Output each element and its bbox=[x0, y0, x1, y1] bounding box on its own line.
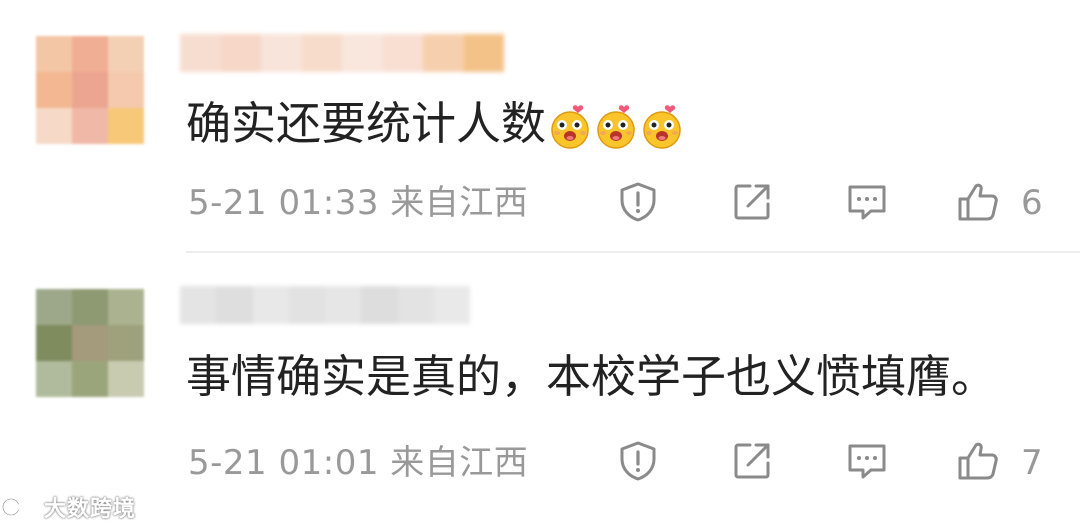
avatar-pixel bbox=[108, 361, 144, 397]
username-blurred[interactable] bbox=[180, 286, 470, 324]
avatar-pixel bbox=[72, 36, 108, 72]
watermark: 大数跨境 bbox=[2, 493, 137, 522]
comment-item: 确实还要统计人数 5-21 01:33 来自江西 6 bbox=[0, 0, 1080, 252]
avatar-pixel bbox=[72, 72, 108, 108]
share-icon[interactable] bbox=[730, 180, 774, 224]
username-pixel bbox=[180, 286, 217, 324]
avatar-pixel bbox=[72, 108, 108, 144]
comment-text: 事情确实是真的，本校学子也义愤填膺。 bbox=[186, 349, 996, 405]
comment-text: 确实还要统计人数 bbox=[186, 96, 684, 152]
username-pixel bbox=[361, 286, 398, 324]
username-pixel bbox=[382, 34, 423, 72]
avatar-pixel bbox=[36, 36, 72, 72]
emoji-group bbox=[546, 97, 684, 150]
like-count: 6 bbox=[1021, 183, 1043, 223]
avatar-pixel bbox=[36, 108, 72, 144]
blush-emoji-icon bbox=[551, 105, 589, 149]
avatar-pixel bbox=[36, 289, 72, 325]
comment-bubble-icon[interactable] bbox=[845, 180, 889, 224]
avatar-pixel bbox=[108, 325, 144, 361]
username-pixel bbox=[433, 286, 470, 324]
avatar-pixel bbox=[108, 72, 144, 108]
blush-emoji-icon bbox=[597, 105, 635, 149]
comment-bubble-icon[interactable] bbox=[845, 439, 889, 483]
thumbs-up-icon[interactable] bbox=[956, 439, 1000, 483]
username-pixel bbox=[463, 34, 504, 72]
like-count: 7 bbox=[1021, 443, 1043, 483]
comment-meta: 5-21 01:33 来自江西 bbox=[188, 183, 529, 223]
username-pixel bbox=[261, 34, 302, 72]
username-pixel bbox=[301, 34, 342, 72]
username-pixel bbox=[397, 286, 434, 324]
report-icon[interactable] bbox=[616, 180, 660, 224]
comment-text-content: 确实还要统计人数 bbox=[186, 97, 547, 150]
avatar-pixel bbox=[72, 325, 108, 361]
username-blurred[interactable] bbox=[180, 34, 504, 72]
avatar-pixel bbox=[36, 72, 72, 108]
report-icon[interactable] bbox=[616, 439, 660, 483]
avatar-pixel bbox=[108, 36, 144, 72]
avatar[interactable] bbox=[36, 289, 144, 397]
blush-emoji-icon bbox=[643, 105, 681, 149]
thumbs-up-icon[interactable] bbox=[956, 180, 1000, 224]
username-pixel bbox=[220, 34, 261, 72]
comment-text-content: 事情确实是真的，本校学子也义愤填膺。 bbox=[186, 350, 997, 403]
share-icon[interactable] bbox=[730, 439, 774, 483]
comment-meta: 5-21 01:01 来自江西 bbox=[188, 443, 529, 483]
avatar[interactable] bbox=[36, 36, 144, 144]
avatar-pixel bbox=[72, 289, 108, 325]
username-pixel bbox=[325, 286, 362, 324]
username-pixel bbox=[342, 34, 383, 72]
username-pixel bbox=[288, 286, 325, 324]
username-pixel bbox=[423, 34, 464, 72]
username-pixel bbox=[252, 286, 289, 324]
watermark-text: 大数跨境 bbox=[44, 497, 137, 522]
avatar-pixel bbox=[108, 289, 144, 325]
avatar-pixel bbox=[72, 361, 108, 397]
comment-item: 事情确实是真的，本校学子也义愤填膺。 5-21 01:01 来自江西 7 bbox=[0, 253, 1080, 526]
avatar-pixel bbox=[36, 325, 72, 361]
watermark-logo-icon bbox=[2, 497, 38, 517]
avatar-pixel bbox=[36, 361, 72, 397]
username-pixel bbox=[180, 34, 221, 72]
username-pixel bbox=[216, 286, 253, 324]
avatar-pixel bbox=[108, 108, 144, 144]
